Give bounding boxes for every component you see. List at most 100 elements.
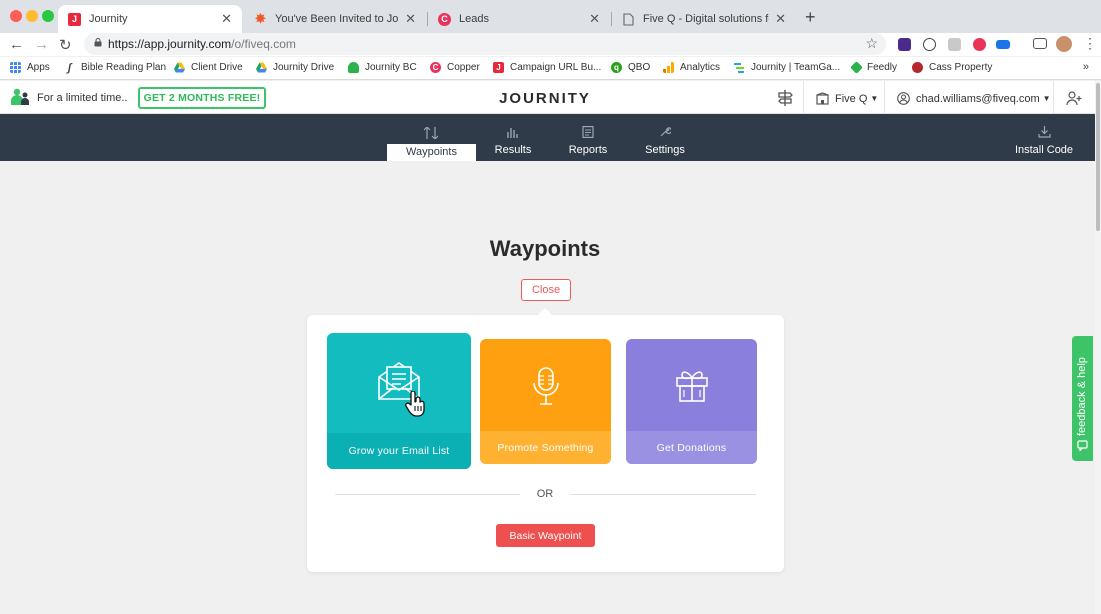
bookmark-label: Journity | TeamGa...: [751, 62, 841, 73]
extension-purple-icon[interactable]: [898, 38, 911, 51]
teamgantt-icon: [734, 63, 744, 73]
bookmark-feedly[interactable]: Feedly: [850, 61, 898, 74]
bookmark-label: Analytics: [680, 62, 721, 73]
basic-waypoint-button[interactable]: Basic Waypoint: [496, 524, 595, 547]
tab-close-icon[interactable]: ✕: [775, 11, 786, 27]
tab-label: Results: [494, 144, 532, 156]
bookmark-label: Apps: [27, 62, 50, 73]
panel-pointer: [537, 308, 553, 316]
journity-icon: J: [493, 62, 504, 73]
get-donations-card[interactable]: Get Donations: [626, 339, 757, 464]
journity-logo: JOURNITY: [499, 90, 591, 107]
card-label: Promote Something: [480, 431, 611, 464]
grow-email-list-card[interactable]: Grow your Email List: [327, 333, 471, 469]
bookmark-label: Feedly: [867, 62, 898, 73]
browser-tab-invite[interactable]: ✸ You've Been Invited to Journity ✕: [244, 5, 426, 33]
chat-icon: [1077, 440, 1088, 451]
window-minimize-button[interactable]: [26, 10, 38, 22]
add-user-icon[interactable]: [1066, 90, 1082, 106]
extension-copper-icon[interactable]: [973, 38, 986, 51]
or-separator: OR: [536, 488, 554, 500]
close-button[interactable]: Close: [521, 279, 571, 301]
install-code-button[interactable]: Install Code: [1008, 114, 1080, 161]
page-scrollbar-thumb[interactable]: [1096, 83, 1100, 231]
bookmark-cass-property[interactable]: Cass Property: [912, 62, 992, 73]
download-icon: [1037, 126, 1051, 138]
bookmark-label: Campaign URL Bu...: [510, 62, 602, 73]
basecamp-icon: [348, 62, 359, 73]
tab-close-icon[interactable]: ✕: [221, 11, 232, 27]
tab-label: Waypoints: [406, 146, 457, 158]
tab-title: Leads: [459, 13, 489, 25]
bible-icon: ʃ: [67, 61, 72, 74]
url-text: https://app.journity.com/o/fiveq.com: [108, 37, 296, 51]
bookmark-star-icon[interactable]: ☆: [865, 35, 878, 52]
feedly-icon: [850, 61, 863, 74]
bookmark-journity-drive[interactable]: Journity Drive: [256, 62, 334, 73]
org-switcher[interactable]: Five Q ▼: [816, 92, 878, 105]
app-header: For a limited time.. GET 2 MONTHS FREE! …: [0, 81, 1095, 114]
invite-favicon-icon: ✸: [255, 11, 266, 26]
url-host: https://app.journity.com: [108, 37, 232, 51]
window-zoom-button[interactable]: [42, 10, 54, 22]
cast-icon[interactable]: [1033, 38, 1047, 49]
bookmark-label: Journity Drive: [273, 62, 335, 73]
promote-something-card[interactable]: Promote Something: [480, 339, 611, 464]
feedback-label: feedback & help: [1076, 357, 1088, 436]
microphone-icon: [532, 367, 559, 405]
bookmark-label: Bible Reading Plan: [81, 62, 167, 73]
tab-reports[interactable]: Reports: [560, 114, 616, 161]
journity-favicon-icon: J: [68, 12, 81, 26]
new-tab-button[interactable]: +: [805, 7, 816, 28]
tab-settings[interactable]: Settings: [636, 114, 694, 161]
tab-title: Five Q - Digital solutions for m: [643, 13, 769, 25]
tab-results[interactable]: Results: [482, 114, 544, 161]
tab-close-icon[interactable]: ✕: [589, 11, 600, 27]
bookmark-client-drive[interactable]: Client Drive: [174, 62, 243, 73]
waypoints-icon: [424, 127, 438, 139]
apps-grid-icon: [10, 62, 21, 73]
wrench-icon: [660, 127, 671, 137]
browser-tab-leads[interactable]: C Leads ✕: [428, 5, 610, 33]
browser-tab-journity[interactable]: J Journity ✕: [58, 5, 242, 33]
report-icon: [582, 126, 594, 138]
reload-icon[interactable]: ↻: [59, 36, 72, 54]
browser-menu-icon[interactable]: ⋮: [1083, 35, 1097, 52]
bookmark-teamgantt[interactable]: Journity | TeamGa...: [734, 62, 840, 73]
browser-tab-fiveq[interactable]: Five Q - Digital solutions for m ✕: [612, 5, 796, 33]
bookmark-journity-bc[interactable]: Journity BC: [348, 62, 417, 73]
feedback-help-tab[interactable]: feedback & help: [1072, 336, 1093, 461]
get-2-months-free-button[interactable]: GET 2 MONTHS FREE!: [138, 87, 266, 109]
tab-label: Reports: [568, 144, 608, 156]
back-arrow-icon[interactable]: ←: [9, 36, 24, 53]
card-label: Grow your Email List: [327, 433, 471, 469]
tab-waypoints[interactable]: Waypoints: [387, 144, 476, 161]
bookmark-qbo[interactable]: q QBO: [611, 62, 650, 73]
drive-icon: [256, 62, 267, 73]
bookmark-apps[interactable]: Apps: [10, 62, 50, 73]
extension-info-icon[interactable]: [923, 38, 936, 51]
bookmark-label: Cass Property: [929, 62, 993, 73]
extension-grey-icon[interactable]: [948, 38, 961, 51]
url-path: /o/fiveq.com: [231, 37, 296, 51]
url-field[interactable]: https://app.journity.com/o/fiveq.com ☆: [84, 33, 886, 55]
bookmark-campaign-url-builder[interactable]: J Campaign URL Bu...: [493, 62, 601, 73]
bookmark-label: Journity BC: [365, 62, 417, 73]
tab-title: Journity: [89, 13, 128, 25]
users-promo-icon: [11, 88, 29, 105]
signpost-icon[interactable]: [776, 89, 794, 107]
tab-close-icon[interactable]: ✕: [405, 11, 416, 27]
bookmark-copper[interactable]: C Copper: [430, 62, 480, 73]
bookmark-analytics[interactable]: Analytics: [663, 62, 720, 73]
window-close-button[interactable]: [10, 10, 22, 22]
user-menu[interactable]: chad.williams@fiveq.com ▼: [897, 92, 1051, 105]
bookmark-label: Copper: [447, 62, 480, 73]
extension-blue-icon[interactable]: [996, 40, 1010, 49]
bookmark-bible-reading-plan[interactable]: ʃ Bible Reading Plan: [64, 61, 167, 74]
building-icon: [816, 92, 829, 105]
forward-arrow-icon[interactable]: →: [34, 36, 49, 53]
bookmarks-overflow-button[interactable]: »: [1083, 61, 1089, 73]
profile-avatar-icon[interactable]: [1056, 36, 1072, 52]
card-label: Get Donations: [626, 431, 757, 464]
browser-tab-bar: J Journity ✕ ✸ You've Been Invited to Jo…: [0, 0, 1101, 33]
